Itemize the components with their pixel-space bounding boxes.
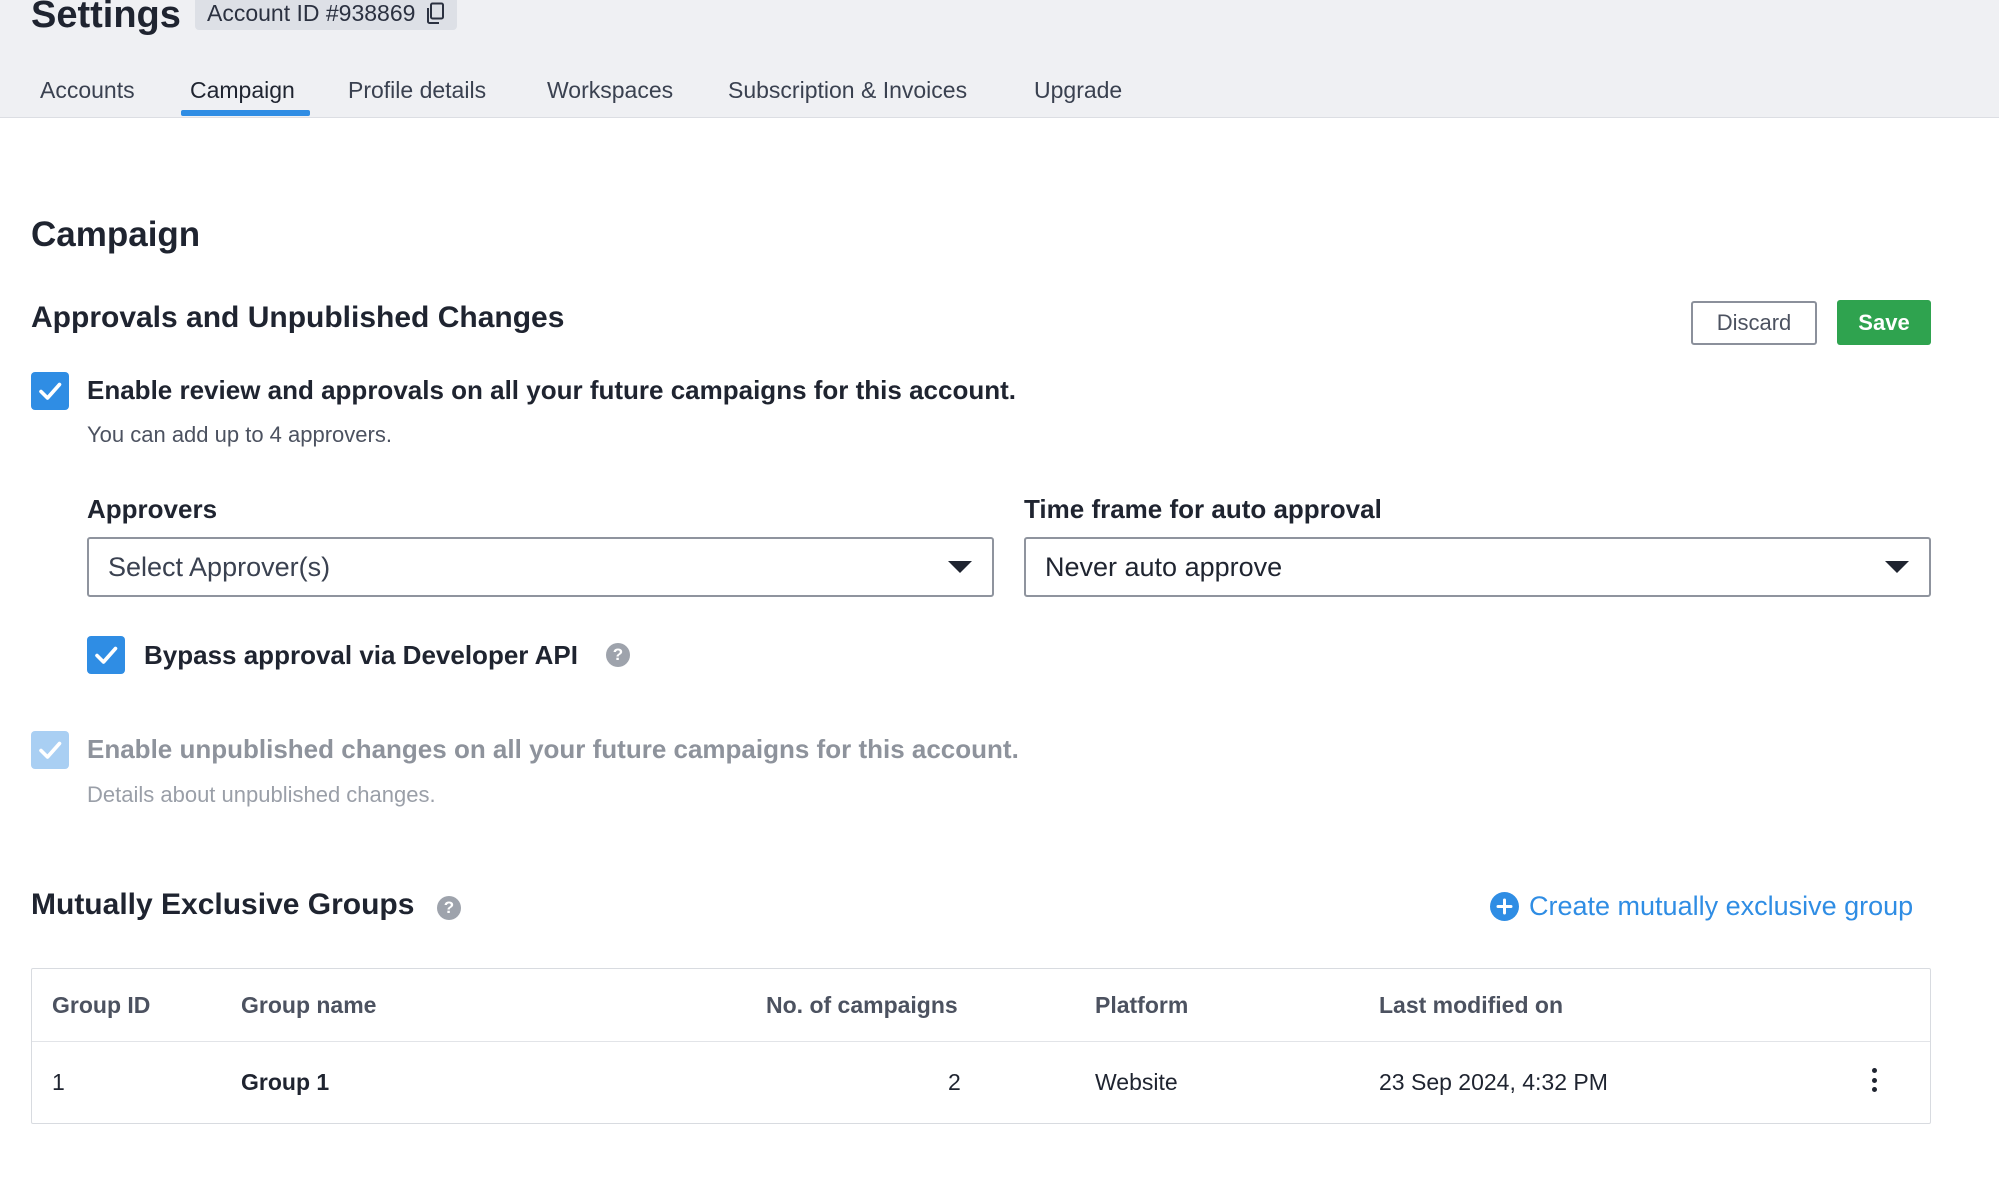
approvers-label: Approvers — [87, 494, 218, 524]
enable-unpublished-hint: Details about unpublished changes. — [87, 782, 436, 807]
plus-circle-icon — [1490, 891, 1519, 921]
create-group-link[interactable]: Create mutually exclusive group — [1490, 889, 1913, 923]
more-options-icon[interactable] — [1868, 1065, 1880, 1095]
column-header-last-modified[interactable]: Last modified on — [1379, 992, 1563, 1019]
help-icon[interactable]: ? — [437, 896, 461, 920]
help-icon[interactable]: ? — [606, 643, 630, 667]
groups-heading: Mutually Exclusive Groups — [31, 888, 415, 921]
approvers-select-value: Select Approver(s) — [108, 551, 331, 582]
active-tab-indicator — [181, 110, 310, 116]
enable-review-label: Enable review and approvals on all your … — [87, 375, 1016, 405]
tab-workspaces[interactable]: Workspaces — [547, 68, 673, 118]
table-header: Group ID Group name No. of campaigns Pla… — [32, 969, 1930, 1042]
enable-review-hint: You can add up to 4 approvers. — [87, 422, 392, 447]
cell-platform: Website — [1095, 1069, 1178, 1095]
bypass-approval-label: Bypass approval via Developer API — [144, 640, 579, 670]
bypass-approval-checkbox[interactable] — [87, 636, 125, 674]
caret-down-icon — [948, 561, 972, 573]
enable-unpublished-label: Enable unpublished changes on all your f… — [87, 734, 1019, 764]
tab-upgrade[interactable]: Upgrade — [1034, 68, 1122, 118]
cell-group-name: Group 1 — [241, 1069, 330, 1095]
account-id-text: Account ID #938869 — [207, 0, 416, 26]
create-group-label: Create mutually exclusive group — [1529, 890, 1914, 921]
checkmark-icon — [95, 646, 118, 664]
page-title: Settings — [31, 0, 181, 36]
section-title: Campaign — [31, 215, 201, 254]
caret-down-icon — [1885, 561, 1909, 573]
cell-campaign-count: 2 — [948, 1069, 961, 1095]
column-header-group-name[interactable]: Group name — [241, 992, 376, 1019]
time-frame-select[interactable]: Never auto approve — [1024, 537, 1931, 597]
column-header-platform[interactable]: Platform — [1095, 992, 1188, 1019]
table-row[interactable]: 1 Group 1 2 Website 23 Sep 2024, 4:32 PM — [32, 1043, 1930, 1123]
enable-unpublished-checkbox[interactable] — [31, 731, 69, 769]
copy-icon[interactable] — [425, 2, 445, 24]
approvers-select[interactable]: Select Approver(s) — [87, 537, 994, 597]
enable-review-checkbox[interactable] — [31, 372, 69, 410]
cell-last-modified: 23 Sep 2024, 4:32 PM — [1379, 1069, 1608, 1095]
time-frame-select-value: Never auto approve — [1045, 551, 1283, 582]
column-header-campaigns[interactable]: No. of campaigns — [766, 992, 958, 1019]
account-id-badge: Account ID #938869 — [195, 0, 458, 30]
column-header-group-id[interactable]: Group ID — [52, 992, 150, 1019]
settings-header: Settings Account ID #938869 Accounts Cam… — [0, 0, 1999, 118]
save-button[interactable]: Save — [1837, 300, 1931, 345]
tab-accounts[interactable]: Accounts — [40, 68, 135, 118]
groups-table: Group ID Group name No. of campaigns Pla… — [31, 968, 1931, 1124]
approvals-heading: Approvals and Unpublished Changes — [31, 301, 565, 334]
time-frame-label: Time frame for auto approval — [1024, 494, 1382, 524]
checkmark-icon — [39, 382, 62, 400]
tab-subscription-invoices[interactable]: Subscription & Invoices — [728, 68, 967, 118]
discard-button[interactable]: Discard — [1691, 301, 1817, 345]
cell-group-id: 1 — [52, 1069, 65, 1095]
checkmark-icon — [39, 741, 62, 759]
tab-profile-details[interactable]: Profile details — [348, 68, 486, 118]
